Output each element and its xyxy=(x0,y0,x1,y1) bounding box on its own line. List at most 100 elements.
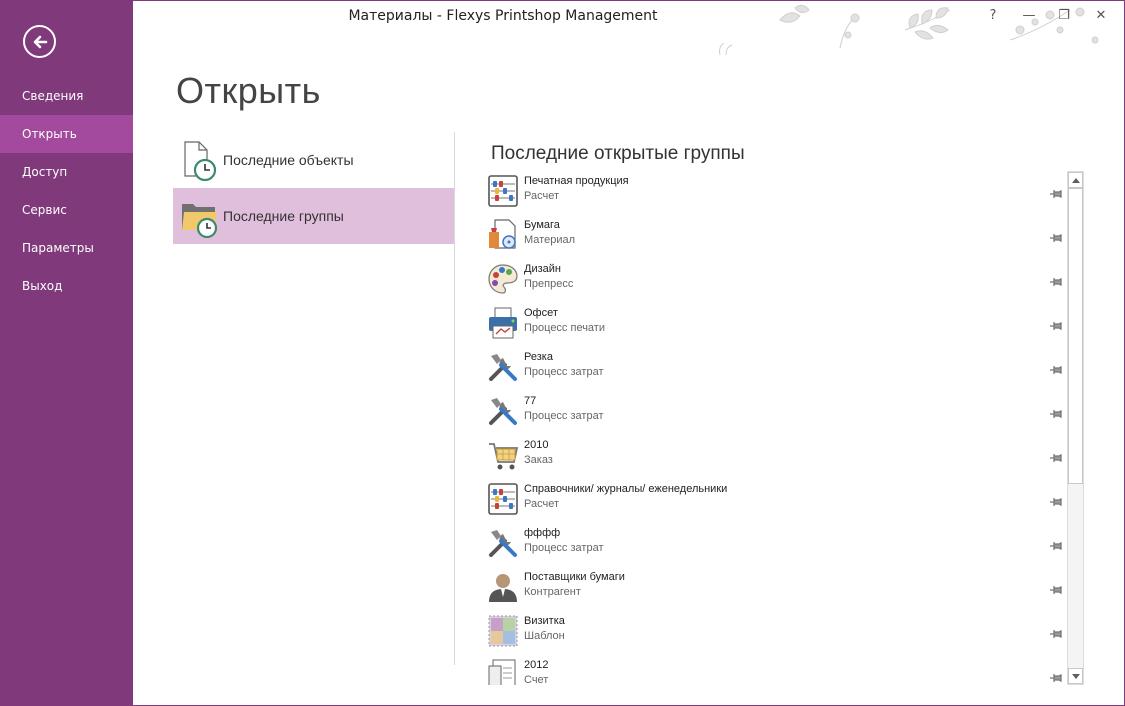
scroll-up-button[interactable] xyxy=(1068,172,1083,188)
pin-icon[interactable] xyxy=(1050,492,1062,507)
recent-group-name: Поставщики бумаги xyxy=(524,571,625,583)
recent-group-type: Расчет xyxy=(524,190,559,202)
recent-group-item[interactable]: Печатная продукция Расчет xyxy=(487,171,1067,215)
recent-group-name: фффф xyxy=(524,527,561,539)
recent-group-type: Процесс затрат xyxy=(524,542,604,554)
pin-icon[interactable] xyxy=(1050,624,1062,639)
sidebar-nav: Сведения Открыть Доступ Сервис Параметры Выхо… xyxy=(0,77,133,305)
recent-group-name: Бумага xyxy=(524,219,560,231)
option-label: Последние группы xyxy=(223,208,344,224)
pin-icon[interactable] xyxy=(1050,184,1062,199)
minimize-button[interactable]: — xyxy=(1017,6,1041,26)
recent-group-item[interactable]: 77 Процесс затрат xyxy=(487,391,1067,435)
recent-document-icon xyxy=(181,138,221,182)
recent-group-item[interactable]: Справочники/ журналы/ еженедельники Расче… xyxy=(487,479,1067,523)
maximize-button[interactable]: ❐ xyxy=(1052,6,1076,26)
vertical-divider xyxy=(454,132,455,665)
recent-group-text: Бумага Материал xyxy=(524,218,575,248)
recent-group-item[interactable]: Поставщики бумаги Контрагент xyxy=(487,567,1067,611)
recent-group-name: Резка xyxy=(524,351,553,363)
pin-icon[interactable] xyxy=(1050,316,1062,331)
close-button[interactable]: ✕ xyxy=(1089,6,1113,26)
recent-group-type: Шаблон xyxy=(524,630,565,642)
pin-icon[interactable] xyxy=(1050,360,1062,375)
shopping-cart-icon xyxy=(487,438,519,472)
recent-group-type: Процесс печати xyxy=(524,322,605,334)
recent-group-name: Справочники/ журналы/ еженедельники xyxy=(524,483,728,495)
recent-group-text: 2012 Счет xyxy=(524,658,548,685)
help-button[interactable]: ? xyxy=(981,6,1005,26)
scroll-thumb[interactable] xyxy=(1068,188,1083,484)
recent-group-text: Поставщики бумаги Контрагент xyxy=(524,570,625,600)
sidebar-item-3[interactable]: Сервис xyxy=(0,191,133,229)
palette-icon xyxy=(487,262,519,296)
recent-group-type: Расчет xyxy=(524,498,559,510)
back-button[interactable] xyxy=(23,25,56,58)
recent-group-type: Препресс xyxy=(524,278,574,290)
template-puzzle-icon xyxy=(487,614,519,648)
recent-folder-icon xyxy=(181,194,221,239)
arrow-left-circle-icon xyxy=(33,35,47,48)
recent-group-item[interactable]: фффф Процесс затрат xyxy=(487,523,1067,567)
recent-group-text: Офсет Процесс печати xyxy=(524,306,605,336)
sidebar-item-0[interactable]: Сведения xyxy=(0,77,133,115)
recent-group-item[interactable]: 2012 Счет xyxy=(487,655,1067,685)
pin-icon[interactable] xyxy=(1050,536,1062,551)
recent-group-text: 2010 Заказ xyxy=(524,438,553,468)
recent-group-name: 2012 xyxy=(524,659,549,671)
recent-group-item[interactable]: Офсет Процесс печати xyxy=(487,303,1067,347)
sidebar-item-5[interactable]: Выход xyxy=(0,267,133,305)
pin-icon[interactable] xyxy=(1050,668,1062,683)
recent-group-item[interactable]: Дизайн Препресс xyxy=(487,259,1067,303)
recent-group-item[interactable]: 2010 Заказ xyxy=(487,435,1067,479)
printer-icon xyxy=(487,306,519,340)
recent-groups-list: Печатная продукция Расчет Бумага Материал Ди… xyxy=(487,171,1067,685)
tools-icon xyxy=(487,350,519,384)
person-icon xyxy=(487,570,519,604)
scroll-down-button[interactable] xyxy=(1068,668,1083,684)
pin-icon[interactable] xyxy=(1050,580,1062,595)
recent-group-text: Дизайн Препресс xyxy=(524,262,573,292)
recent-group-text: 77 Процесс затрат xyxy=(524,394,603,424)
sidebar-item-4[interactable]: Параметры xyxy=(0,229,133,267)
option-recent-objects[interactable]: Последние объекты xyxy=(173,132,454,188)
open-options: Последние объекты Последние группы xyxy=(173,132,454,244)
paper-material-icon xyxy=(487,218,519,252)
recent-group-name: Дизайн xyxy=(524,263,561,275)
tools-icon xyxy=(487,394,519,428)
recent-group-name: Визитка xyxy=(524,615,565,627)
option-recent-groups[interactable]: Последние группы xyxy=(173,188,454,244)
pin-icon[interactable] xyxy=(1050,404,1062,419)
sidebar-item-2[interactable]: Доступ xyxy=(0,153,133,191)
option-label: Последние объекты xyxy=(223,152,354,168)
recent-group-item[interactable]: Бумага Материал xyxy=(487,215,1067,259)
chevron-up-icon xyxy=(1071,177,1080,183)
pin-icon[interactable] xyxy=(1050,448,1062,463)
recent-group-item[interactable]: Резка Процесс затрат xyxy=(487,347,1067,391)
tools-icon xyxy=(487,526,519,560)
recent-group-type: Заказ xyxy=(524,454,553,466)
recent-group-text: Печатная продукция Расчет xyxy=(524,174,629,204)
recent-group-type: Процесс затрат xyxy=(524,410,604,422)
recent-group-text: Справочники/ журналы/ еженедельники Расче… xyxy=(524,482,727,512)
recent-group-text: фффф Процесс затрат xyxy=(524,526,603,556)
recent-group-name: 77 xyxy=(524,395,537,407)
recent-group-name: Печатная продукция xyxy=(524,175,629,187)
recent-group-text: Визитка Шаблон xyxy=(524,614,565,644)
invoice-icon xyxy=(487,658,519,685)
recent-group-type: Счет xyxy=(524,674,549,685)
recent-group-type: Процесс затрат xyxy=(524,366,604,378)
recent-group-type: Материал xyxy=(524,234,575,246)
sidebar-item-1[interactable]: Открыть xyxy=(0,115,133,153)
chevron-down-icon xyxy=(1071,673,1080,679)
recent-group-name: 2010 xyxy=(524,439,549,451)
pin-icon[interactable] xyxy=(1050,228,1062,243)
pin-icon[interactable] xyxy=(1050,272,1062,287)
recent-group-text: Резка Процесс затрат xyxy=(524,350,603,380)
page-title: Открыть xyxy=(176,70,321,111)
abacus-icon xyxy=(487,174,519,208)
recent-groups-title: Последние открытые группы xyxy=(491,143,745,164)
recent-group-name: Офсет xyxy=(524,307,558,319)
recent-group-item[interactable]: Визитка Шаблон xyxy=(487,611,1067,655)
recent-groups-scrollbar[interactable] xyxy=(1067,171,1084,685)
